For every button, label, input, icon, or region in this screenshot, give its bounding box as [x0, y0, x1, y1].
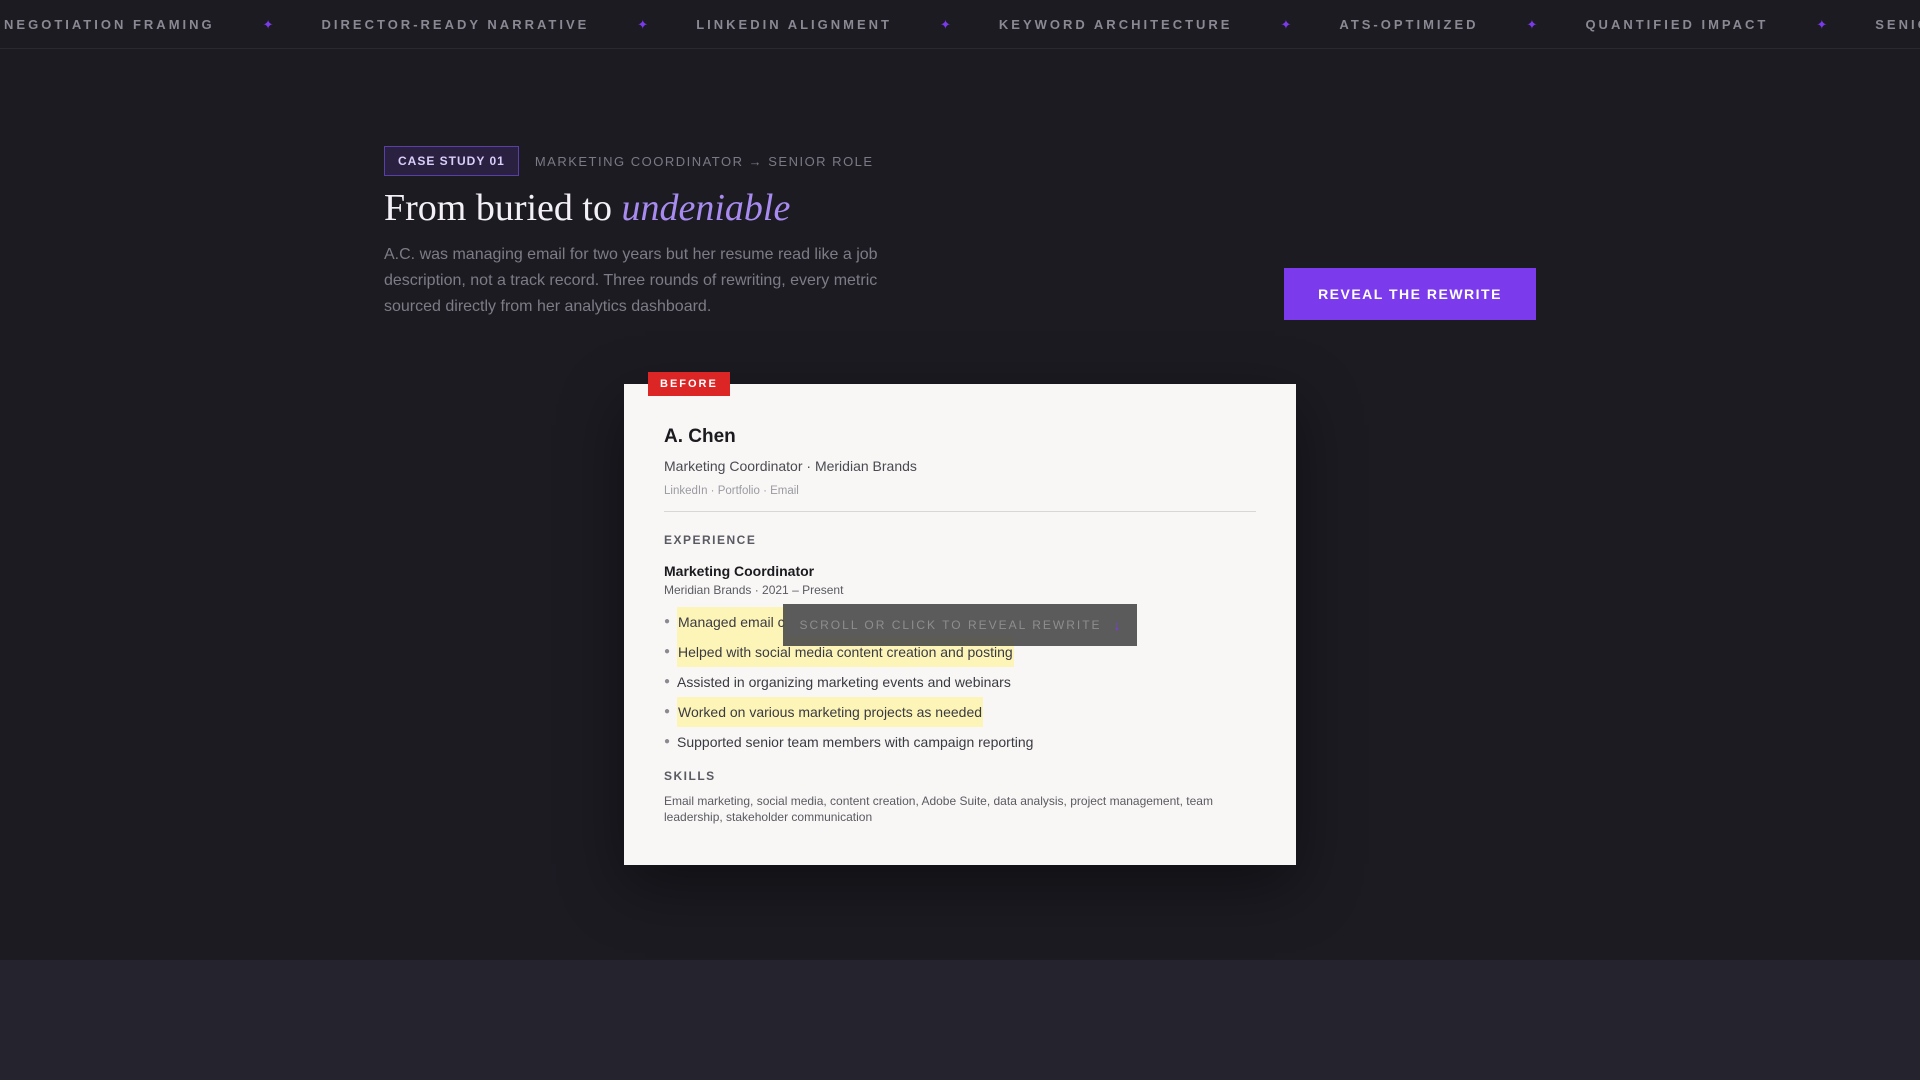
skills-heading: SKILLS — [664, 769, 716, 783]
star-icon: ✦ — [262, 16, 274, 32]
bullet-item: ● Supported senior team members with camp… — [664, 727, 1256, 757]
bullet-dot-icon: ● — [664, 616, 671, 627]
page-title: From buried to undeniable — [384, 186, 790, 230]
scroll-prompt-text: SCROLL OR CLICK TO REVEAL REWRITE — [799, 618, 1102, 632]
ticker-item: Y NEGOTIATION FRAMING — [0, 17, 215, 32]
bullet-dot-icon: ● — [664, 676, 671, 687]
star-icon: ✦ — [1280, 16, 1292, 32]
star-icon: ✦ — [1526, 16, 1538, 32]
bullet-item: ● Assisted in organizing marketing events… — [664, 667, 1256, 697]
skills-list: Email marketing, social media, content c… — [664, 794, 1213, 824]
ticker-track: Y NEGOTIATION FRAMING ✦ DIRECTOR-READY N… — [0, 0, 1920, 48]
marquee-ticker: Y NEGOTIATION FRAMING ✦ DIRECTOR-READY N… — [0, 0, 1920, 49]
job-title: Marketing Coordinator — [664, 563, 815, 579]
bullet-dot-icon: ● — [664, 646, 671, 657]
experience-heading: EXPERIENCE — [664, 533, 757, 547]
star-icon: ✦ — [1816, 16, 1828, 32]
case-description: A.C. was managing email for two years bu… — [384, 246, 878, 315]
scroll-reveal-prompt[interactable]: SCROLL OR CLICK TO REVEAL REWRITE ↓ — [783, 604, 1137, 646]
job-meta: Meridian Brands · 2021 – Present — [664, 583, 844, 597]
resume-links: LinkedIn · Portfolio · Email — [664, 485, 799, 497]
resume-name: A. Chen — [664, 426, 736, 447]
ticker-item: DIRECTOR-READY NARRATIVE — [321, 17, 590, 32]
bullet-text: Supported senior team members with campa… — [677, 734, 1034, 750]
title-accent: undeniable — [621, 187, 791, 229]
case-study-subtitle: MARKETING COORDINATOR → SENIOR ROLE — [534, 153, 874, 169]
star-icon: ✦ — [940, 16, 951, 32]
ticker-item: ATS-OPTIMIZED — [1339, 17, 1479, 32]
ticker-item: QUANTIFIED IMPACT — [1585, 17, 1769, 32]
reveal-rewrite-button[interactable]: REVEAL THE REWRITE — [1284, 268, 1536, 320]
next-section — [0, 960, 1920, 1080]
ticker-item: SENIOR-LE — [1875, 17, 1920, 32]
bullet-item: ● Worked on various marketing projects as… — [664, 697, 1256, 727]
bullet-dot-icon: ● — [664, 706, 671, 717]
ticker-item: KEYWORD ARCHITECTURE — [998, 17, 1233, 32]
bullet-text: Worked on various marketing projects as … — [677, 697, 984, 727]
title-prefix: From buried to — [384, 187, 622, 229]
star-icon: ✦ — [637, 16, 649, 32]
ticker-item: LINKEDIN ALIGNMENT — [696, 17, 892, 32]
case-study-meta: CASE STUDY 01 MARKETING COORDINATOR → SE… — [384, 146, 874, 176]
bullet-dot-icon: ● — [664, 736, 671, 747]
bullet-text: Managed email c — [677, 607, 786, 637]
resume-title: Marketing Coordinator · Meridian Brands — [664, 458, 917, 474]
arrow-down-icon: ↓ — [1113, 617, 1121, 633]
case-study-badge: CASE STUDY 01 — [384, 146, 519, 176]
before-badge: BEFORE — [648, 372, 730, 396]
resume-divider — [664, 511, 1256, 512]
bullet-text: Assisted in organizing marketing events … — [677, 674, 1011, 690]
